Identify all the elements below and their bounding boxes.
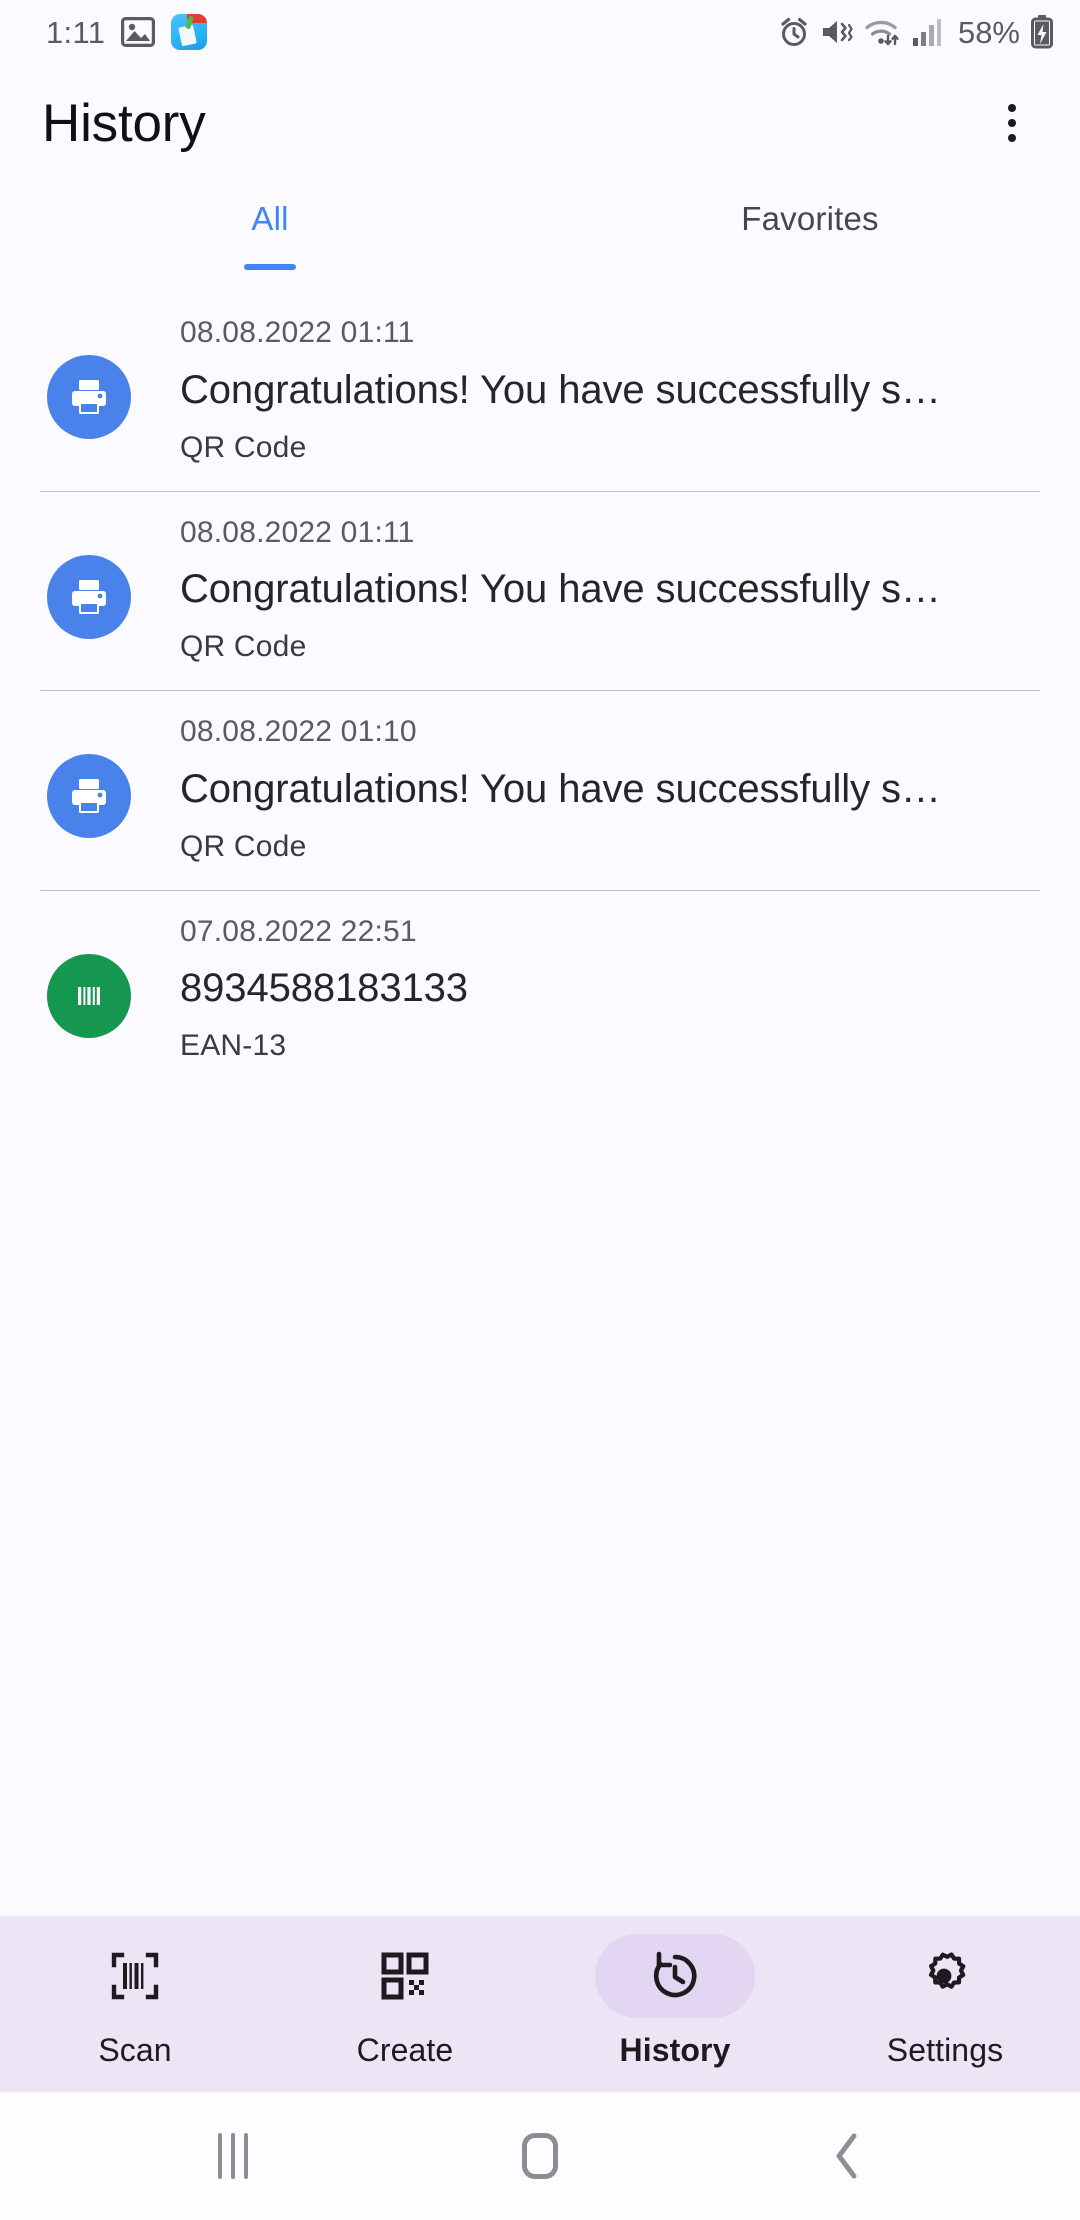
item-date: 08.08.2022 01:10 — [180, 715, 417, 748]
nav-item-create[interactable]: Create — [270, 1934, 540, 2069]
cellular-signal-icon — [912, 16, 942, 48]
battery-charging-icon — [1030, 15, 1054, 49]
item-date: 08.08.2022 01:11 — [180, 515, 415, 549]
nav-label-scan: Scan — [98, 2032, 172, 2068]
gear-icon — [928, 1952, 966, 1989]
cleaner-badge — [187, 14, 208, 23]
tab-inactive-indicator — [784, 264, 836, 270]
item-avatar-wrap — [40, 348, 138, 446]
tab-favorites-label: Favorites — [741, 200, 879, 237]
status-bar: 1:11 58% — [0, 0, 1080, 64]
battery-percent: 58% — [957, 14, 1020, 50]
printer-icon — [72, 579, 106, 614]
item-title: Congratulations! You have successfully s… — [180, 567, 941, 611]
history-list-item[interactable]: 07.08.2022 22:51 8934588183133 EAN-13 — [0, 891, 1080, 1064]
status-bar-right: 58% — [778, 15, 1054, 49]
app-bar: History — [0, 64, 1080, 182]
item-title: Congratulations! You have successfully s… — [180, 367, 941, 412]
item-title: 8934588183133 — [180, 966, 468, 1010]
history-clock-icon — [653, 1951, 697, 1998]
more-vertical-icon[interactable] — [980, 91, 1044, 155]
item-body: 08.08.2022 01:10 Congratulations! You ha… — [138, 715, 1040, 864]
home-icon[interactable] — [480, 2096, 600, 2216]
recents-icon[interactable] — [173, 2096, 293, 2216]
nav-item-settings[interactable]: Settings — [810, 1934, 1080, 2069]
barcode-icon — [78, 986, 100, 1005]
cleaner-app-icon — [171, 14, 208, 50]
tab-favorites[interactable]: Favorites — [540, 182, 1080, 292]
item-format: EAN-13 — [180, 1029, 287, 1062]
item-date: 07.08.2022 22:51 — [180, 914, 417, 948]
item-avatar-wrap — [40, 947, 138, 1045]
qr-code-icon — [381, 1952, 429, 2000]
status-time: 1:11 — [46, 14, 106, 50]
nav-pill-history — [595, 1934, 755, 2018]
tab-all-label: All — [251, 200, 289, 237]
printer-icon — [72, 779, 106, 813]
tab-all[interactable]: All — [0, 182, 540, 292]
alarm-icon — [778, 16, 810, 48]
system-navigation-bar — [0, 2092, 1080, 2220]
nav-label-history: History — [619, 2032, 731, 2068]
item-avatar-wrap — [40, 747, 138, 845]
history-list: 08.08.2022 01:11 Congratulations! You ha… — [0, 292, 1080, 1916]
nav-pill-settings — [865, 1934, 1025, 2018]
printer-icon — [72, 380, 106, 414]
item-body: 07.08.2022 22:51 8934588183133 EAN-13 — [138, 915, 1040, 1064]
avatar — [47, 953, 131, 1038]
nav-pill-scan — [55, 1934, 215, 2018]
nav-label-create: Create — [356, 2032, 454, 2068]
nav-label-settings: Settings — [886, 2032, 1004, 2068]
item-date: 08.08.2022 01:11 — [180, 316, 415, 349]
back-icon[interactable] — [787, 2096, 907, 2216]
avatar — [47, 355, 131, 439]
avatar — [47, 554, 131, 639]
nav-item-history[interactable]: History — [540, 1934, 810, 2069]
item-body: 08.08.2022 01:11 Congratulations! You ha… — [138, 516, 1040, 665]
item-body: 08.08.2022 01:11 Congratulations! You ha… — [138, 316, 1040, 465]
phone-screen: 1:11 58% History All Favorites 08.08.202… — [0, 0, 1080, 2220]
avatar — [47, 754, 131, 838]
nav-pill-create — [325, 1934, 485, 2018]
history-list-item[interactable]: 08.08.2022 01:11 Congratulations! You ha… — [0, 292, 1080, 465]
page-title: History — [42, 93, 206, 153]
tab-active-indicator — [244, 264, 296, 270]
barcode-scan-icon — [111, 1952, 159, 2000]
item-format: QR Code — [180, 630, 307, 663]
history-list-item[interactable]: 08.08.2022 01:10 Congratulations! You ha… — [0, 691, 1080, 864]
history-list-item[interactable]: 08.08.2022 01:11 Congratulations! You ha… — [0, 492, 1080, 665]
nav-item-scan[interactable]: Scan — [0, 1934, 270, 2069]
item-format: QR Code — [180, 430, 307, 464]
bottom-navigation: Scan Create History Settings — [0, 1916, 1080, 2092]
status-bar-left: 1:11 — [46, 14, 208, 50]
item-title: Congratulations! You have successfully s… — [180, 766, 941, 811]
item-avatar-wrap — [40, 548, 138, 646]
wifi-icon — [864, 16, 902, 48]
mute-vibrate-icon — [820, 16, 854, 48]
item-format: QR Code — [180, 829, 307, 863]
tab-bar: All Favorites — [0, 182, 1080, 292]
image-icon — [121, 17, 156, 47]
